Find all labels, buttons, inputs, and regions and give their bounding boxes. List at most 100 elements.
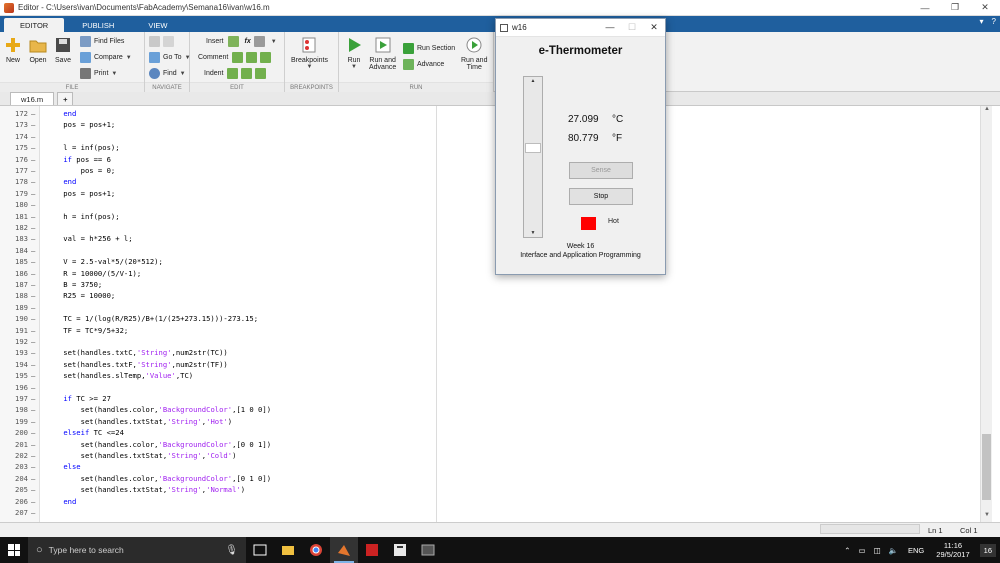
breakpoint-marker[interactable]: — (31, 165, 35, 176)
code-line[interactable]: 199— set(handles.txtStat,'String','Hot') (0, 416, 980, 427)
code-line[interactable]: 206— end (0, 496, 980, 507)
minimize-icon[interactable]: — (910, 0, 940, 16)
scroll-up-icon[interactable]: ▲ (981, 106, 993, 116)
add-tab-button[interactable]: + (57, 92, 74, 105)
code-line[interactable]: 188— R25 = 10000; (0, 290, 980, 301)
breakpoint-marker[interactable]: — (31, 370, 35, 381)
code-line[interactable]: 173— pos = pos+1; (0, 119, 980, 130)
help-icon[interactable]: ? (992, 17, 996, 26)
code-line[interactable]: 198— set(handles.color,'BackgroundColor'… (0, 404, 980, 415)
code-line[interactable]: 180— (0, 199, 980, 210)
breakpoint-marker[interactable]: — (31, 496, 35, 507)
breakpoint-marker[interactable]: — (31, 142, 35, 153)
code-line[interactable]: 190— TC = 1/(log(R/R25)/B+(1/(25+273.15)… (0, 313, 980, 324)
go-to-button[interactable]: Go To ▼ (149, 52, 191, 63)
bookmark-button[interactable] (149, 36, 177, 47)
restore-icon[interactable]: ❐ (940, 0, 970, 16)
breakpoint-marker[interactable]: — (31, 439, 35, 450)
code-editor[interactable]: 172— end 173— pos = pos+1; 174—175— l = in… (0, 106, 980, 522)
clock[interactable]: 11:16 29/5/2017 (936, 541, 969, 559)
stop-button[interactable]: Stop (569, 188, 633, 205)
breakpoint-marker[interactable]: — (31, 176, 35, 187)
network-icon[interactable]: ◫ (874, 546, 881, 555)
file-explorer-icon[interactable] (274, 537, 302, 563)
save-button[interactable]: Save (54, 36, 72, 64)
breakpoint-marker[interactable]: — (31, 359, 35, 370)
scroll-thumb[interactable] (982, 434, 991, 500)
breakpoints-button[interactable]: Breakpoints ▼ (291, 36, 328, 70)
breakpoint-marker[interactable]: — (31, 268, 35, 279)
breakpoint-marker[interactable]: — (31, 507, 35, 518)
breakpoint-marker[interactable]: — (31, 382, 35, 393)
print-button[interactable]: Print ▼ (80, 68, 117, 79)
tab-view[interactable]: VIEW (132, 18, 183, 32)
code-line[interactable]: 182— (0, 222, 980, 233)
breakpoint-marker[interactable]: — (31, 290, 35, 301)
code-line[interactable]: 186— R = 10000/(5/V-1); (0, 268, 980, 279)
tray-chevron-icon[interactable]: ⌃ (844, 546, 850, 555)
breakpoint-marker[interactable]: — (31, 393, 35, 404)
breakpoint-marker[interactable]: — (31, 222, 35, 233)
run-and-time-button[interactable]: Run and Time (461, 36, 487, 71)
breakpoint-marker[interactable]: — (31, 450, 35, 461)
code-line[interactable]: 197— if TC >= 27 (0, 393, 980, 404)
code-line[interactable]: 194— set(handles.txtF,'String',num2str(T… (0, 359, 980, 370)
close-icon[interactable]: ✕ (970, 0, 1000, 16)
breakpoint-marker[interactable]: — (31, 108, 35, 119)
code-line[interactable]: 207— (0, 507, 980, 518)
advance-button[interactable]: Advance (403, 59, 444, 70)
breakpoint-marker[interactable]: — (31, 256, 35, 267)
code-line[interactable]: 200— elseif TC <=24 (0, 427, 980, 438)
volume-icon[interactable]: 🔈 (889, 546, 898, 555)
task-view-icon[interactable] (246, 537, 274, 563)
indent-button[interactable]: Indent (204, 68, 269, 79)
breakpoint-marker[interactable]: — (31, 484, 35, 495)
code-line[interactable]: 189— (0, 302, 980, 313)
solidworks-icon[interactable] (358, 537, 386, 563)
code-line[interactable]: 172— end (0, 108, 980, 119)
code-line[interactable]: 184— (0, 245, 980, 256)
run-button[interactable]: Run ▼ (345, 36, 363, 70)
code-line[interactable]: 202— set(handles.txtStat,'String','Cold'… (0, 450, 980, 461)
app-icon-f[interactable] (386, 537, 414, 563)
run-and-advance-button[interactable]: Run and Advance (369, 36, 396, 71)
code-line[interactable]: 201— set(handles.color,'BackgroundColor'… (0, 439, 980, 450)
scroll-down-icon[interactable]: ▼ (981, 512, 993, 522)
code-line[interactable]: 181— h = inf(pos); (0, 211, 980, 222)
app-icon-dark[interactable] (414, 537, 442, 563)
breakpoint-marker[interactable]: — (31, 461, 35, 472)
horizontal-scrollbar[interactable] (820, 524, 920, 534)
figure-minimize-icon[interactable]: — (599, 22, 621, 33)
tab-publish[interactable]: PUBLISH (66, 18, 130, 32)
minimize-toolstrip-icon[interactable]: ▾ (980, 17, 984, 26)
file-tab-w16[interactable]: w16.m (10, 92, 55, 105)
breakpoint-marker[interactable]: — (31, 211, 35, 222)
fx-icon[interactable]: fx (245, 38, 251, 45)
breakpoint-marker[interactable]: — (31, 245, 35, 256)
code-line[interactable]: 205— set(handles.txtStat,'String','Norma… (0, 484, 980, 495)
code-line[interactable]: 174— (0, 131, 980, 142)
breakpoint-marker[interactable]: — (31, 199, 35, 210)
code-line[interactable]: 187— B = 3750; (0, 279, 980, 290)
code-line[interactable]: 185— V = 2.5-val*5/(20*512); (0, 256, 980, 267)
breakpoint-marker[interactable]: — (31, 233, 35, 244)
find-files-button[interactable]: Find Files (80, 36, 124, 47)
breakpoint-marker[interactable]: — (31, 347, 35, 358)
code-line[interactable]: 183— val = h*256 + l; (0, 233, 980, 244)
comment-button[interactable]: Comment (198, 52, 274, 63)
code-line[interactable]: 195— set(handles.slTemp,'Value',TC) (0, 370, 980, 381)
microphone-icon[interactable]: 🎙 (225, 545, 238, 556)
sense-button[interactable]: Sense (569, 162, 633, 179)
code-line[interactable]: 196— (0, 382, 980, 393)
new-button[interactable]: New (4, 36, 22, 64)
code-line[interactable]: 191— TF = TC*9/5+32; (0, 325, 980, 336)
code-line[interactable]: 176— if pos == 6 (0, 154, 980, 165)
slider-down-icon[interactable]: ▼ (524, 229, 542, 237)
open-button[interactable]: Open (29, 36, 47, 64)
run-section-button[interactable]: Run Section (403, 43, 455, 54)
vertical-scrollbar[interactable]: ▲ ▼ (980, 106, 992, 522)
tab-editor[interactable]: EDITOR (4, 18, 65, 32)
slider-thumb[interactable] (525, 143, 541, 153)
power-icon[interactable]: ▭ (858, 546, 865, 555)
breakpoint-marker[interactable]: — (31, 404, 35, 415)
